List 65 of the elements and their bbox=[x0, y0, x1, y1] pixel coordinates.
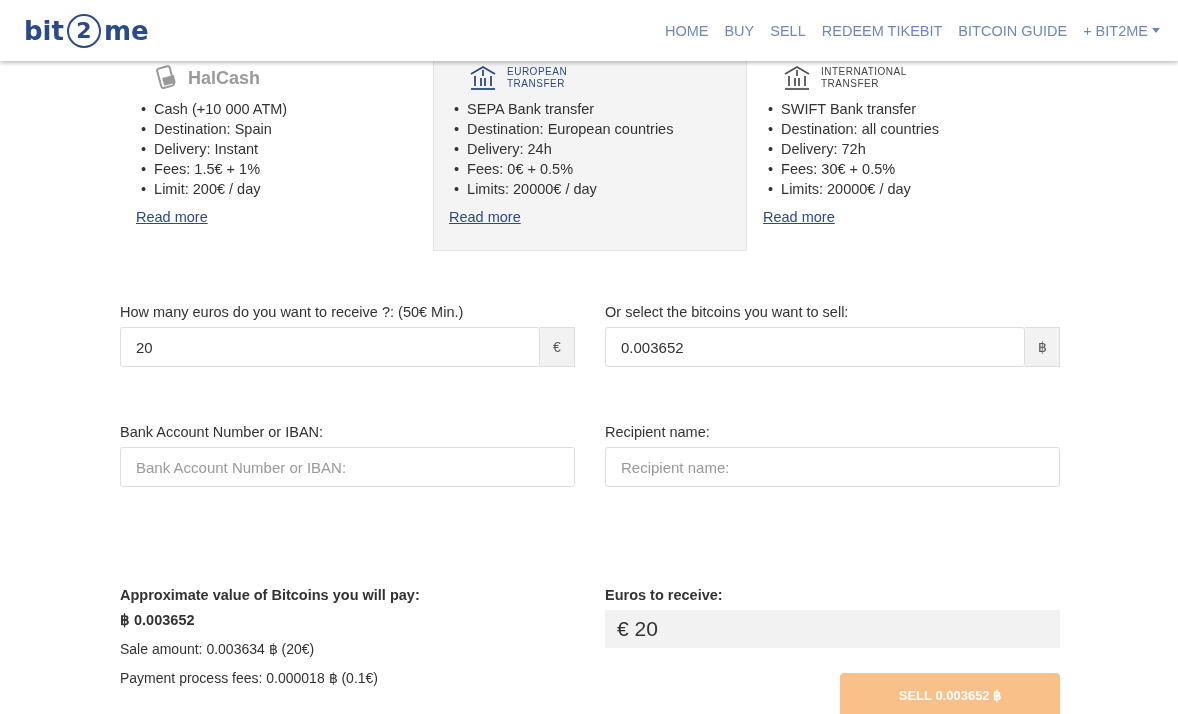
field-label: Or select the bitcoins you want to sell: bbox=[605, 304, 850, 320]
bullet: • bbox=[454, 120, 460, 139]
feature-item: Destination: Spain bbox=[154, 120, 272, 139]
method-logo-text: INTERNATIONAL TRANSFER bbox=[821, 66, 907, 90]
bullet: • bbox=[454, 140, 460, 159]
bullet: • bbox=[768, 180, 774, 199]
payment-method-card[interactable]: EUROPEAN TRANSFER • SEPA Bank transfer • Destination: European countries • Delivery: 24h • Fees: 0€ + 0.5% • Limits: 20000€ / day Read more bbox=[433, 61, 747, 251]
input-field[interactable]: Recipient name: bbox=[605, 447, 1060, 487]
read-more-link[interactable]: Read more bbox=[763, 209, 835, 225]
feature-item: Destination: all countries bbox=[781, 120, 940, 139]
nav-link[interactable]: REDEEM TIKEBIT bbox=[821, 22, 943, 39]
bullet: • bbox=[141, 140, 147, 159]
nav-link[interactable]: BUY bbox=[724, 22, 755, 39]
read-more-link[interactable]: Read more bbox=[449, 209, 521, 225]
bullet: • bbox=[141, 160, 147, 179]
logo-number[interactable]: 2 bbox=[66, 13, 101, 48]
method-logo-text: HalCash bbox=[188, 67, 261, 89]
receive-label: Euros to receive: bbox=[605, 587, 724, 603]
feature-item: Fees: 1.5€ + 1% bbox=[154, 160, 261, 179]
summary-title: Approximate value of Bitcoins you will pay: bbox=[120, 587, 421, 603]
feature-item: Delivery: 24h bbox=[467, 140, 552, 159]
logo-text[interactable]: me bbox=[103, 15, 149, 46]
cash-icon bbox=[156, 65, 178, 91]
nav-link[interactable]: BITCOIN GUIDE bbox=[958, 22, 1068, 39]
logo-text[interactable]: bit bbox=[24, 15, 64, 46]
feature-item: Delivery: Instant bbox=[154, 140, 259, 159]
feature-item: Limit: 200€ / day bbox=[154, 180, 261, 199]
feature-item: Destination: European countries bbox=[467, 120, 674, 139]
euros-value: € 20 bbox=[605, 610, 1060, 648]
fees-text: Payment process fees: 0.000018 ฿ (0.1€) bbox=[120, 670, 380, 686]
field-label: How many euros do you want to receive ?: (50€ Min.) bbox=[120, 304, 465, 320]
method-logo-text: EUROPEAN TRANSFER bbox=[507, 66, 568, 90]
bullet: • bbox=[141, 100, 147, 119]
input-field[interactable]: Bank Account Number or IBAN: bbox=[120, 447, 575, 487]
feature-item: Fees: 30€ + 0.5% bbox=[781, 160, 896, 179]
bullet: • bbox=[454, 180, 460, 199]
currency-addon: € bbox=[540, 327, 575, 367]
currency-addon: ฿ bbox=[1025, 327, 1060, 367]
bullet: • bbox=[141, 180, 147, 199]
read-more-link[interactable]: Read more bbox=[136, 209, 208, 225]
bullet: • bbox=[454, 100, 460, 119]
feature-item: Delivery: 72h bbox=[781, 140, 866, 159]
input-field[interactable]: 0.003652 bbox=[605, 327, 1025, 367]
input-field[interactable]: 20 bbox=[120, 327, 540, 367]
feature-item: Cash (+10 000 ATM) bbox=[154, 100, 288, 119]
feature-item: Limits: 20000€ / day bbox=[467, 180, 597, 199]
bullet: • bbox=[768, 100, 774, 119]
field-label: Bank Account Number or IBAN: bbox=[120, 424, 325, 440]
feature-item: Fees: 0€ + 0.5% bbox=[467, 160, 574, 179]
feature-item: Limits: 20000€ / day bbox=[781, 180, 911, 199]
nav-link[interactable]: HOME bbox=[664, 22, 709, 39]
bullet: • bbox=[768, 160, 774, 179]
feature-item: SEPA Bank transfer bbox=[467, 100, 595, 119]
bullet: • bbox=[768, 140, 774, 159]
bullet: • bbox=[141, 120, 147, 139]
sale-amount: Sale amount: 0.003634 ฿ (20€) bbox=[120, 641, 316, 657]
bitcoin-value: ฿ 0.003652 bbox=[120, 612, 196, 628]
bank-icon bbox=[783, 65, 811, 91]
field-label: Recipient name: bbox=[605, 424, 711, 440]
bullet: • bbox=[768, 120, 774, 139]
nav-link[interactable]: + BIT2ME bbox=[1083, 22, 1160, 39]
bullet: • bbox=[454, 160, 460, 179]
bank-icon bbox=[469, 65, 497, 91]
nav-link[interactable]: SELL bbox=[770, 22, 806, 39]
feature-item: SWIFT Bank transfer bbox=[781, 100, 917, 119]
